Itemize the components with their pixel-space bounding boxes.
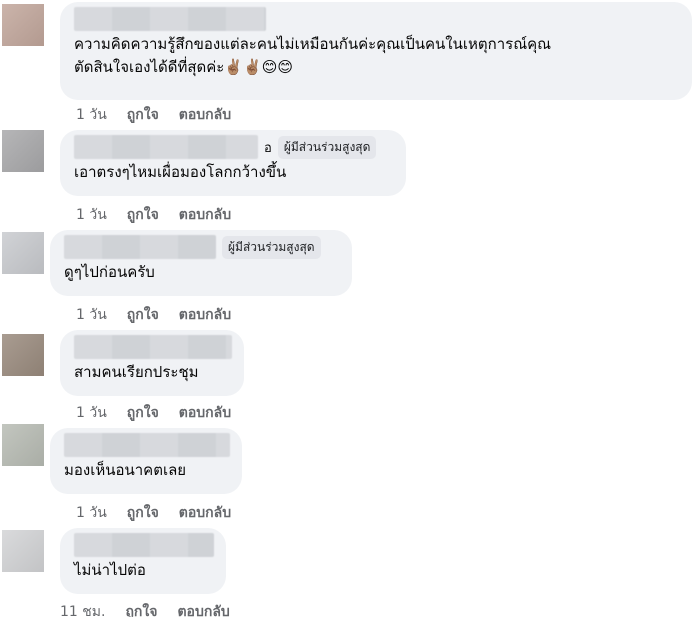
author-name-fragment: อ (264, 140, 272, 156)
avatar[interactable] (2, 130, 44, 172)
author-name-redacted[interactable] (74, 7, 266, 31)
comment-text: สามคนเรียกประชุม (74, 363, 199, 381)
comment-text: เอาตรงๆไหมเผื่อมองโลกกว้างขึ้น (74, 163, 287, 181)
timestamp-link[interactable]: 1 วัน (76, 502, 107, 524)
comment-actions: 1 วัน ถูกใจ ตอบกลับ (76, 204, 231, 226)
emoji-reactions: ✌🏽✌🏽😊😊 (224, 58, 294, 76)
like-button[interactable]: ถูกใจ (125, 601, 157, 617)
comment-actions: 1 วัน ถูกใจ ตอบกลับ (76, 402, 231, 424)
comment-bubble: มองเห็นอนาคตเลย (50, 428, 242, 494)
reply-button[interactable]: ตอบกลับ (177, 601, 229, 617)
comment-bubble: ไม่น่าไปต่อ (60, 528, 226, 594)
timestamp-link[interactable]: 1 วัน (76, 304, 107, 326)
top-fan-badge[interactable]: ผู้มีส่วนร่วมสูงสุด (277, 135, 377, 159)
reply-button[interactable]: ตอบกลับ (179, 204, 231, 226)
comment-bubble: อ ผู้มีส่วนร่วมสูงสุด เอาตรงๆไหมเผื่อมอง… (60, 130, 406, 196)
avatar[interactable] (2, 424, 44, 466)
reply-button[interactable]: ตอบกลับ (179, 104, 231, 126)
comment-bubble: ผู้มีส่วนร่วมสูงสุด ดูๆไปก่อนครับ (50, 230, 352, 296)
author-name-redacted[interactable] (64, 433, 230, 457)
comment-actions: 11 ชม. ถูกใจ ตอบกลับ (60, 601, 230, 617)
comment-text: ไม่น่าไปต่อ (74, 561, 146, 579)
comment-actions: 1 วัน ถูกใจ ตอบกลับ (76, 502, 231, 524)
comment-bubble: สามคนเรียกประชุม (60, 330, 244, 396)
like-button[interactable]: ถูกใจ (127, 402, 159, 424)
comment-actions: 1 วัน ถูกใจ ตอบกลับ (76, 304, 231, 326)
comment-bubble: ความคิดความรู้สึกของแต่ละคนไม่เหมือนกันค… (60, 2, 692, 100)
avatar[interactable] (2, 232, 44, 274)
author-name-redacted[interactable] (64, 235, 216, 259)
like-button[interactable]: ถูกใจ (127, 204, 159, 226)
timestamp-link[interactable]: 1 วัน (76, 402, 107, 424)
comment-actions: 1 วัน ถูกใจ ตอบกลับ (76, 104, 231, 126)
like-button[interactable]: ถูกใจ (127, 304, 159, 326)
avatar[interactable] (2, 4, 44, 46)
comment-text: ความคิดความรู้สึกของแต่ละคนไม่เหมือนกันค… (74, 35, 552, 76)
avatar[interactable] (2, 334, 44, 376)
reply-button[interactable]: ตอบกลับ (179, 304, 231, 326)
avatar[interactable] (2, 530, 44, 572)
author-name-redacted[interactable] (74, 135, 258, 159)
like-button[interactable]: ถูกใจ (127, 502, 159, 524)
like-button[interactable]: ถูกใจ (127, 104, 159, 126)
comments-thread: ความคิดความรู้สึกของแต่ละคนไม่เหมือนกันค… (0, 0, 700, 617)
reply-button[interactable]: ตอบกลับ (179, 502, 231, 524)
author-name-redacted[interactable] (74, 335, 232, 359)
timestamp-link[interactable]: 11 ชม. (60, 601, 105, 617)
author-name-redacted[interactable] (74, 533, 214, 557)
timestamp-link[interactable]: 1 วัน (76, 104, 107, 126)
timestamp-link[interactable]: 1 วัน (76, 204, 107, 226)
top-fan-badge[interactable]: ผู้มีส่วนร่วมสูงสุด (222, 235, 321, 259)
comment-text: ดูๆไปก่อนครับ (64, 263, 155, 281)
reply-button[interactable]: ตอบกลับ (179, 402, 231, 424)
comment-text: มองเห็นอนาคตเลย (64, 461, 187, 479)
